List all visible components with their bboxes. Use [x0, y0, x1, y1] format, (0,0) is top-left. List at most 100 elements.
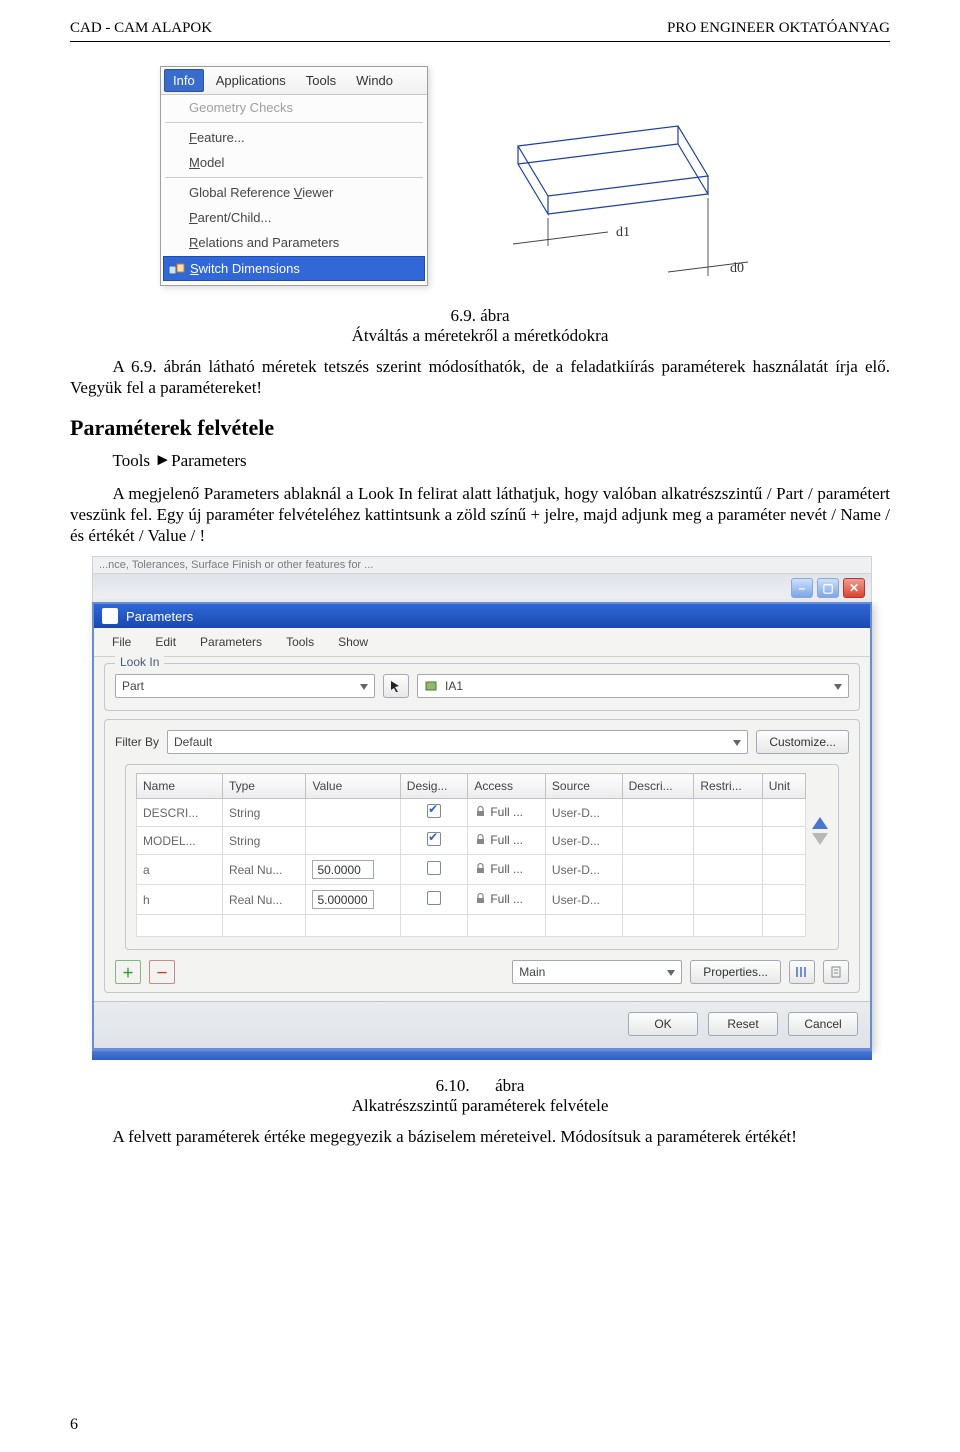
- cell-type: Real Nu...: [222, 885, 305, 915]
- col-descri[interactable]: Descri...: [622, 774, 694, 799]
- cell-name: a: [137, 855, 223, 885]
- look-in-fieldset: Look In Part IA1: [104, 663, 860, 711]
- designate-checkbox[interactable]: [427, 891, 441, 905]
- dim-label-d1: d1: [616, 225, 630, 240]
- cell-access: Full ...: [468, 827, 546, 855]
- parameters-dialog-screenshot: ...nce, Tolerances, Surface Finish or ot…: [92, 556, 872, 1060]
- col-desig[interactable]: Desig...: [400, 774, 468, 799]
- cell-restri: [694, 799, 762, 827]
- value-input[interactable]: [312, 890, 374, 909]
- info-item-switch-dimensions[interactable]: Switch Dimensions: [163, 256, 425, 281]
- cell-unit: [762, 855, 805, 885]
- add-parameter-button[interactable]: ＋: [115, 960, 141, 984]
- cell-access: Full ...: [468, 855, 546, 885]
- reset-button[interactable]: Reset: [708, 1012, 778, 1036]
- filter-by-combo[interactable]: Default: [167, 730, 748, 754]
- designate-checkbox[interactable]: [427, 861, 441, 875]
- info-menu-applications[interactable]: Applications: [206, 67, 296, 94]
- ok-button[interactable]: OK: [628, 1012, 698, 1036]
- parameters-title-text: Parameters: [126, 609, 193, 624]
- value-input[interactable]: [312, 860, 374, 879]
- cell-restri: [694, 885, 762, 915]
- cell-desig[interactable]: [400, 885, 468, 915]
- cell-desig[interactable]: [400, 827, 468, 855]
- columns-icon-button[interactable]: [789, 960, 815, 984]
- table-row[interactable]: hReal Nu...Full ...User-D...: [137, 885, 806, 915]
- cell-descri: [622, 799, 694, 827]
- info-item-parent-child[interactable]: Parent/Child...: [161, 205, 427, 230]
- cell-type: String: [222, 799, 305, 827]
- info-menu-info[interactable]: Info: [164, 69, 204, 92]
- col-source[interactable]: Source: [545, 774, 622, 799]
- outer-window-bottom-bar: [92, 1050, 872, 1060]
- col-name[interactable]: Name: [137, 774, 223, 799]
- col-restri[interactable]: Restri...: [694, 774, 762, 799]
- cell-desig[interactable]: [400, 855, 468, 885]
- cell-value[interactable]: [306, 855, 400, 885]
- col-value[interactable]: Value: [306, 774, 400, 799]
- lock-icon: Full ...: [474, 833, 523, 847]
- row-move-arrows: [812, 817, 828, 937]
- info-item-model[interactable]: Model: [161, 150, 427, 175]
- customize-button[interactable]: Customize...: [756, 730, 849, 754]
- close-button[interactable]: ✕: [843, 578, 865, 598]
- row-move-down[interactable]: [812, 833, 828, 845]
- table-row[interactable]: aReal Nu...Full ...User-D...: [137, 855, 806, 885]
- cell-unit: [762, 827, 805, 855]
- info-menu-window[interactable]: Windo: [346, 67, 403, 94]
- look-in-part-combo[interactable]: IA1: [417, 674, 849, 698]
- table-row[interactable]: MODEL...StringFull ...User-D...: [137, 827, 806, 855]
- select-arrow-button[interactable]: [383, 674, 409, 698]
- params-menu-show[interactable]: Show: [328, 633, 378, 651]
- parameters-window: Parameters File Edit Parameters Tools Sh…: [92, 602, 872, 1050]
- paragraph-3: A felvett paraméterek értéke megegyezik …: [70, 1126, 890, 1147]
- params-menu-edit[interactable]: Edit: [145, 633, 186, 651]
- cell-name: h: [137, 885, 223, 915]
- menu-separator: [165, 177, 423, 178]
- row-move-up[interactable]: [812, 817, 828, 829]
- cell-value[interactable]: [306, 827, 400, 855]
- info-item-feature[interactable]: Feature...: [161, 125, 427, 150]
- paragraph-1: A 6.9. ábrán látható méretek tetszés sze…: [70, 356, 890, 399]
- table-row[interactable]: DESCRI...StringFull ...User-D...: [137, 799, 806, 827]
- parameters-table-panel: Name Type Value Desig... Access Source D…: [125, 764, 839, 950]
- filter-fieldset: Filter By Default Customize... Name Type…: [104, 719, 860, 993]
- doc-header-right: PRO ENGINEER OKTATÓANYAG: [667, 20, 890, 37]
- header-rule: [70, 41, 890, 42]
- designate-checkbox[interactable]: [427, 804, 441, 818]
- cancel-button[interactable]: Cancel: [788, 1012, 858, 1036]
- col-unit[interactable]: Unit: [762, 774, 805, 799]
- designate-checkbox[interactable]: [427, 832, 441, 846]
- switch-dimensions-icon: [168, 262, 186, 277]
- figure-6-10-caption: 6.10. ábra Alkatrészszintű paraméterek f…: [70, 1076, 890, 1116]
- look-in-legend: Look In: [115, 655, 164, 669]
- info-menu-tools[interactable]: Tools: [296, 67, 346, 94]
- cell-type: String: [222, 827, 305, 855]
- params-menu-parameters[interactable]: Parameters: [190, 633, 272, 651]
- cell-value[interactable]: [306, 799, 400, 827]
- tool-path-line: Tools ►Parameters: [113, 451, 891, 471]
- cell-name: DESCRI...: [137, 799, 223, 827]
- parameters-table: Name Type Value Desig... Access Source D…: [136, 773, 806, 937]
- remove-parameter-button[interactable]: －: [149, 960, 175, 984]
- minimize-button[interactable]: –: [791, 578, 813, 598]
- cell-desig[interactable]: [400, 799, 468, 827]
- cell-descri: [622, 885, 694, 915]
- look-in-level-combo[interactable]: Part: [115, 674, 375, 698]
- info-pulldown: Geometry Checks Feature... Model Global …: [161, 95, 427, 281]
- info-item-relations-parameters[interactable]: Relations and Parameters: [161, 230, 427, 255]
- maximize-button[interactable]: ▢: [817, 578, 839, 598]
- figure-6-9-caption: 6.9. ábra Átváltás a méretekről a méretk…: [70, 306, 890, 346]
- cell-value[interactable]: [306, 885, 400, 915]
- table-view-combo[interactable]: Main: [512, 960, 682, 984]
- info-item-global-reference-viewer[interactable]: Global Reference Viewer: [161, 180, 427, 205]
- info-icon-button[interactable]: [823, 960, 849, 984]
- params-menu-file[interactable]: File: [102, 633, 141, 651]
- lock-icon: Full ...: [474, 862, 523, 876]
- properties-button[interactable]: Properties...: [690, 960, 781, 984]
- cell-restri: [694, 855, 762, 885]
- col-type[interactable]: Type: [222, 774, 305, 799]
- col-access[interactable]: Access: [468, 774, 546, 799]
- params-menu-tools[interactable]: Tools: [276, 633, 324, 651]
- cell-unit: [762, 799, 805, 827]
